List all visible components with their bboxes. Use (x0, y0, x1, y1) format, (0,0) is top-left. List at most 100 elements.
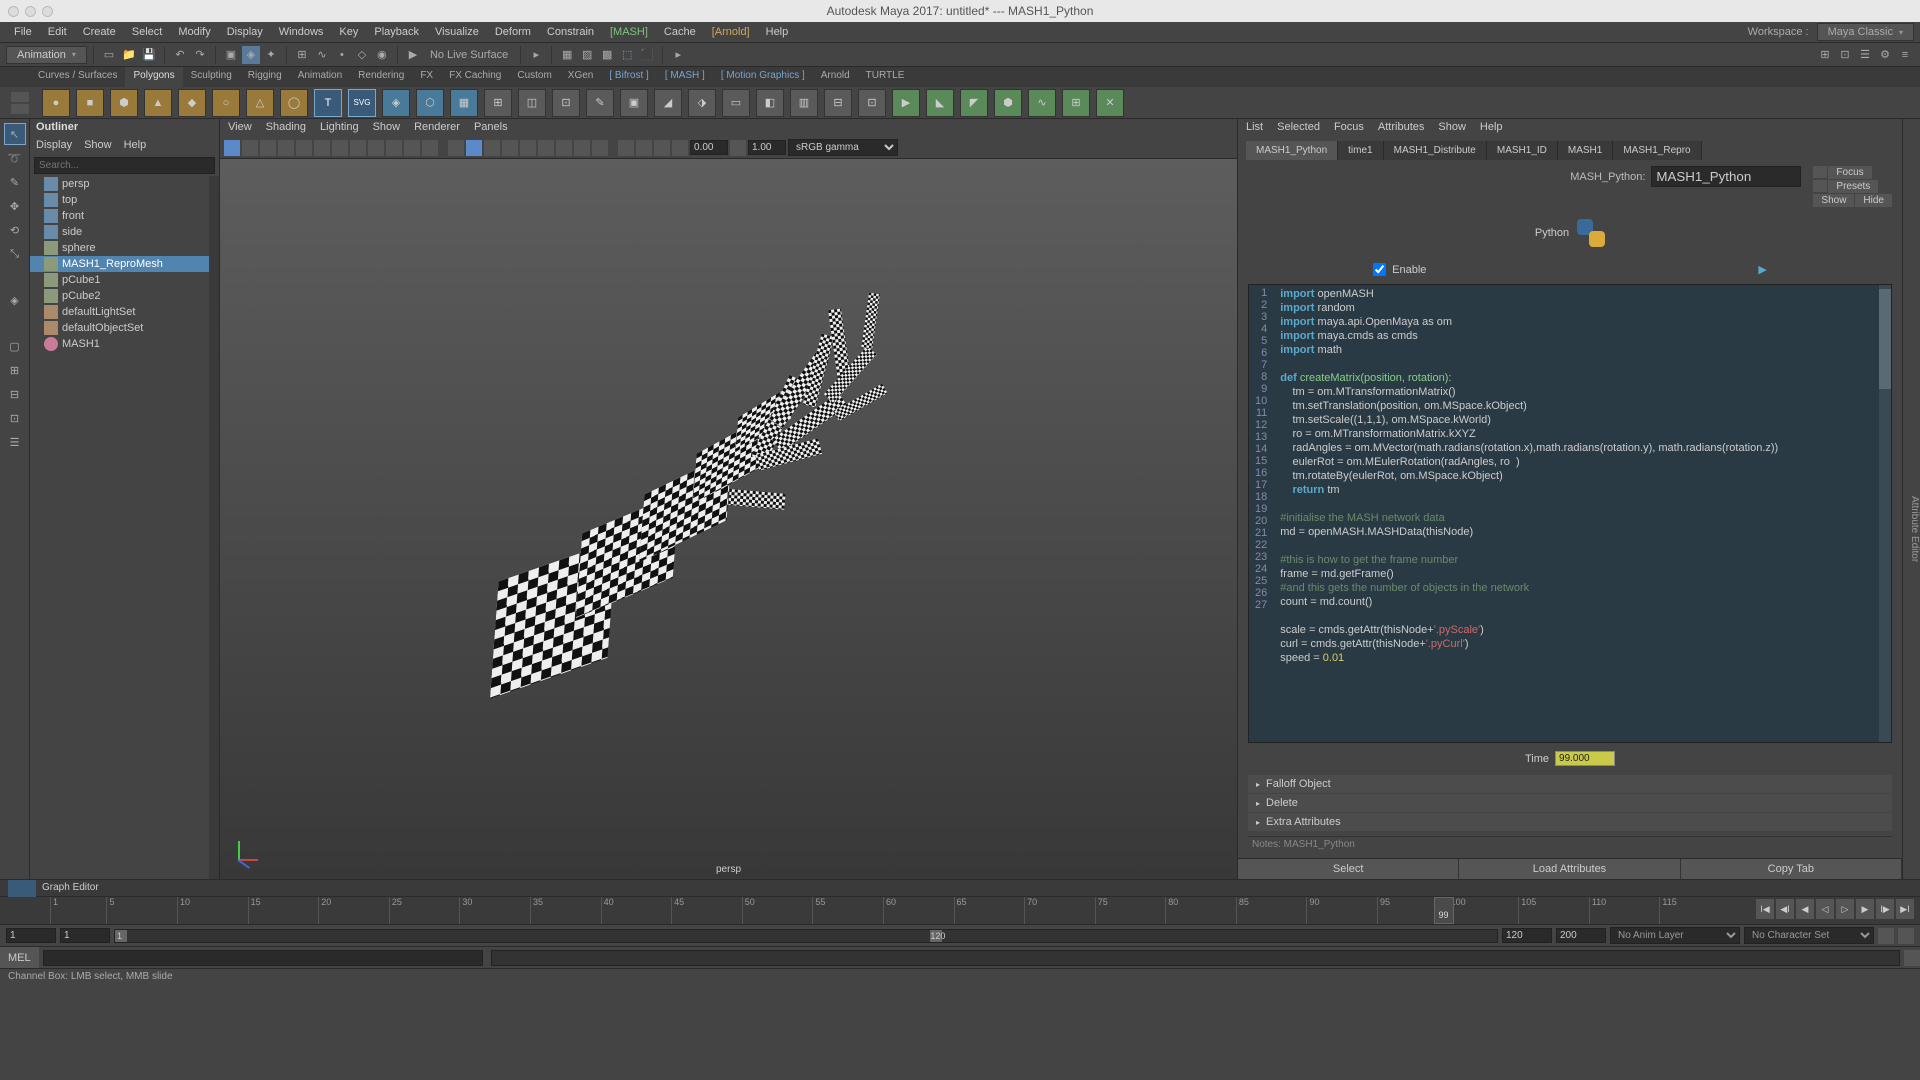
outliner-item-pCube2[interactable]: pCube2 (30, 288, 219, 304)
shelf-tab-animation[interactable]: Animation (290, 67, 350, 87)
render-frame-icon[interactable]: ▨ (578, 46, 596, 64)
go-end-icon[interactable]: ▶I (1896, 899, 1914, 919)
mash-create-icon[interactable]: ▶ (892, 89, 920, 117)
expand-icon[interactable]: ▸ (669, 46, 687, 64)
vp-menu-panels[interactable]: Panels (474, 121, 508, 135)
reduce-icon[interactable]: ◢ (654, 89, 682, 117)
vp-textured-icon[interactable] (484, 140, 500, 156)
outliner-menu-display[interactable]: Display (36, 139, 72, 153)
select-mode-icon[interactable]: ▣ (222, 46, 240, 64)
shelf-tab-motion-graphics[interactable]: [ Motion Graphics ] (713, 67, 813, 87)
cmd-input[interactable] (43, 950, 483, 966)
vp-wireframe-icon[interactable] (448, 140, 464, 156)
vp-ao-icon[interactable] (538, 140, 554, 156)
mash-util3-icon[interactable]: ✕ (1096, 89, 1124, 117)
outliner-item-top[interactable]: top (30, 192, 219, 208)
construction-history-icon[interactable]: ▸ (527, 46, 545, 64)
window-controls[interactable] (8, 6, 53, 17)
step-back-key-icon[interactable]: ◀I (1776, 899, 1794, 919)
menu-help[interactable]: Help (758, 26, 797, 38)
autokey-icon[interactable] (1878, 928, 1894, 944)
enable-checkbox[interactable] (1373, 263, 1386, 276)
vp-dof-icon[interactable] (592, 140, 608, 156)
play-fwd-icon[interactable]: ▷ (1836, 899, 1854, 919)
play-back-icon[interactable]: ◁ (1816, 899, 1834, 919)
snap-plane-icon[interactable]: ◇ (353, 46, 371, 64)
character-set-dropdown[interactable]: No Character Set (1744, 927, 1874, 944)
outliner-menu-show[interactable]: Show (84, 139, 112, 153)
vp-2d-zoom-icon[interactable] (278, 140, 294, 156)
vp-menu-lighting[interactable]: Lighting (320, 121, 359, 135)
menu-deform[interactable]: Deform (487, 26, 539, 38)
poly-pyramid-icon[interactable]: △ (246, 89, 274, 117)
panel-layout-icon[interactable]: ⊞ (1816, 46, 1834, 64)
shelf-tab-turtle[interactable]: TURTLE (858, 67, 913, 87)
outliner-item-defaultObjectSet[interactable]: defaultObjectSet (30, 320, 219, 336)
attr-menu-show[interactable]: Show (1438, 121, 1466, 135)
python-code-editor[interactable]: 1234567891011121314151617181920212223242… (1248, 284, 1892, 743)
vp-grid-icon[interactable] (314, 140, 330, 156)
right-dock[interactable]: Attribute Editor (1902, 119, 1920, 879)
mash-util1-icon[interactable]: ∿ (1028, 89, 1056, 117)
mirror-icon[interactable]: ⊡ (552, 89, 580, 117)
multi-cut-icon[interactable]: ⊟ (824, 89, 852, 117)
vp-film-gate-icon[interactable] (332, 140, 348, 156)
graph-editor-header[interactable]: Graph Editor (0, 879, 1920, 897)
menu-windows[interactable]: Windows (271, 26, 332, 38)
attr-load-attributes-button[interactable]: Load Attributes (1459, 859, 1680, 879)
range-end-input[interactable] (1556, 928, 1606, 943)
bevel-icon[interactable]: ◧ (756, 89, 784, 117)
shelf-tab-fx-caching[interactable]: FX Caching (441, 67, 509, 87)
menu-arnold[interactable]: [Arnold] (704, 26, 758, 38)
attr-tab-MASH1[interactable]: MASH1 (1558, 141, 1613, 160)
tool-settings-icon[interactable]: ⚙ (1876, 46, 1894, 64)
menu-select[interactable]: Select (124, 26, 171, 38)
anim-layer-dropdown[interactable]: No Anim Layer (1610, 927, 1740, 944)
paint-mode-icon[interactable]: ✦ (262, 46, 280, 64)
vp-shaded-icon[interactable] (466, 140, 482, 156)
vp-grease-icon[interactable] (296, 140, 312, 156)
extrude-icon[interactable]: ⬗ (688, 89, 716, 117)
menu-display[interactable]: Display (219, 26, 271, 38)
new-scene-icon[interactable]: ▭ (100, 46, 118, 64)
poly-cube-icon[interactable]: ■ (76, 89, 104, 117)
poly-cylinder-icon[interactable]: ⬢ (110, 89, 138, 117)
step-fwd-key-icon[interactable]: I▶ (1876, 899, 1894, 919)
combine-icon[interactable]: ⊞ (484, 89, 512, 117)
open-scene-icon[interactable]: 📁 (120, 46, 138, 64)
shelf-tab-bifrost[interactable]: [ Bifrost ] (601, 67, 656, 87)
vp-lights-icon[interactable] (502, 140, 518, 156)
svg-icon[interactable]: SVG (348, 89, 376, 117)
last-tool-icon[interactable]: ◈ (4, 289, 26, 311)
outliner-item-defaultLightSet[interactable]: defaultLightSet (30, 304, 219, 320)
shelf-tab-mash[interactable]: [ MASH ] (657, 67, 713, 87)
modeling-toolkit-icon[interactable]: ⊡ (1836, 46, 1854, 64)
vp-image-plane-icon[interactable] (260, 140, 276, 156)
poly-type-icon[interactable]: T (314, 89, 342, 117)
render-settings-icon[interactable]: ⬚ (618, 46, 636, 64)
vp-field-icon[interactable] (386, 140, 402, 156)
separate-icon[interactable]: ◫ (518, 89, 546, 117)
play-button-icon[interactable]: ▶ (1758, 263, 1766, 276)
poly-cone-icon[interactable]: ▲ (144, 89, 172, 117)
step-fwd-icon[interactable]: ▶ (1856, 899, 1874, 919)
vp-select-camera-icon[interactable] (224, 140, 240, 156)
show-button[interactable]: Show (1813, 194, 1854, 207)
outliner-item-pCube1[interactable]: pCube1 (30, 272, 219, 288)
paint-tool-icon[interactable]: ✎ (4, 171, 26, 193)
shelf-tab-curves---surfaces[interactable]: Curves / Surfaces (30, 67, 125, 87)
shelf-tab-xgen[interactable]: XGen (560, 67, 602, 87)
two-pane-v-icon[interactable]: ⊡ (4, 407, 26, 429)
presets-button[interactable]: Presets (1828, 180, 1878, 193)
menu-create[interactable]: Create (75, 26, 124, 38)
outliner-item-MASH1_ReproMesh[interactable]: MASH1_ReproMesh (30, 256, 219, 272)
vp-exposure-input[interactable] (690, 140, 728, 155)
outliner-item-MASH1[interactable]: MASH1 (30, 336, 219, 352)
mash-util2-icon[interactable]: ⊞ (1062, 89, 1090, 117)
vp-safe-title-icon[interactable] (422, 140, 438, 156)
menu-cache[interactable]: Cache (656, 26, 704, 38)
attr-copy-tab-button[interactable]: Copy Tab (1681, 859, 1902, 879)
redo-icon[interactable]: ↷ (191, 46, 209, 64)
vp-aa-icon[interactable] (574, 140, 590, 156)
step-back-icon[interactable]: ◀ (1796, 899, 1814, 919)
